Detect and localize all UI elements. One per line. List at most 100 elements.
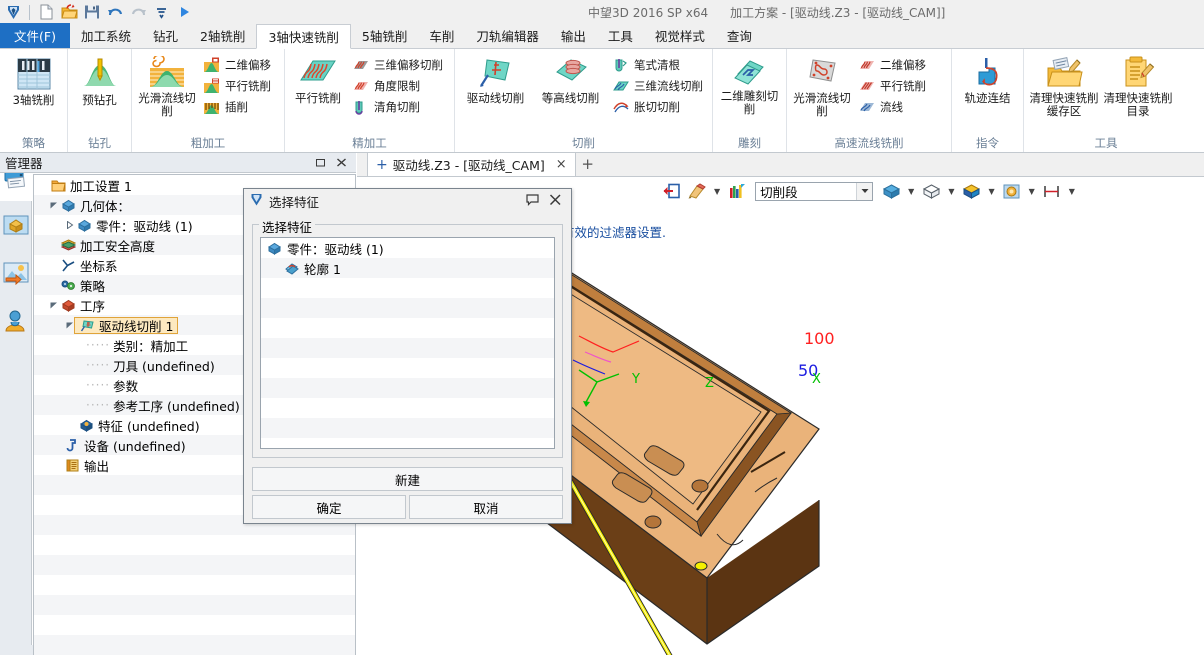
btn-offset-2d[interactable]: 二维偏移	[200, 55, 276, 75]
dimension-label-100: 100	[804, 329, 835, 348]
btn-flowline-3d[interactable]: 三维流线切削	[609, 76, 708, 96]
btn-pencil-cleanup[interactable]: 笔式清根	[609, 55, 708, 75]
tab-drilling[interactable]: 钻孔	[142, 23, 189, 48]
btn-contour-cut[interactable]: 等高线切削	[534, 53, 607, 105]
dialog-new-row: 新建	[252, 467, 563, 491]
btn-engrave-2d[interactable]: 二维雕刻切削	[717, 53, 782, 116]
btn-parallel-finish[interactable]: 平行铣削	[289, 53, 347, 105]
chevron-down-icon[interactable]: ▼	[986, 187, 996, 196]
pencil-cleanup-icon	[612, 58, 629, 73]
tree-label: 参数	[113, 376, 138, 395]
csys-icon	[60, 257, 76, 273]
new-document-tab-button[interactable]: +	[576, 152, 600, 176]
twisty-collapsed[interactable]	[64, 220, 75, 231]
chevron-down-icon[interactable]: ▼	[946, 187, 956, 196]
shaded-view-icon[interactable]	[880, 180, 902, 202]
document-tab[interactable]: + 驱动线.Z3 - [驱动线_CAM] ×	[367, 152, 576, 176]
btn-contour-cut-label: 等高线切削	[542, 92, 600, 105]
btn-clear-folder[interactable]: 清理快速铣削目录	[1102, 53, 1174, 118]
btn-plunge-milling[interactable]: 插削	[200, 97, 276, 117]
expand-cut-icon	[612, 100, 629, 115]
btn-smooth-flowline-rough[interactable]: 光滑流线切削	[136, 53, 198, 118]
link-toolpath-icon	[969, 56, 1007, 90]
btn-offset-2d-label: 二维偏移	[225, 57, 271, 73]
btn-offset-3d-cut-label: 三维偏移切削	[374, 57, 443, 73]
new-file-icon[interactable]	[36, 2, 56, 22]
btn-hs-flowline[interactable]: 流线	[855, 97, 931, 117]
rail-item-user[interactable]	[0, 297, 32, 345]
dialog-body: 选择特征 零件：驱动线 (1) 轮廓 1	[244, 213, 571, 458]
btn-hs-smooth-flowline[interactable]: 光滑流线切削	[791, 53, 853, 118]
btn-clear-cache[interactable]: 清理快速铣削缓存区	[1028, 53, 1100, 118]
btn-corner-clear[interactable]: 清角切削	[349, 97, 448, 117]
btn-offset-3d-cut[interactable]: 三维偏移切削	[349, 55, 448, 75]
btn-3axis-milling[interactable]: 3轴铣削	[4, 53, 63, 107]
select-feature-dialog[interactable]: 选择特征 选择特征 零件：驱动线 (1)	[243, 188, 572, 524]
tab-query[interactable]: 查询	[716, 23, 763, 48]
combo-arrow-icon[interactable]	[856, 183, 872, 200]
tab-machining-sys[interactable]: 加工系统	[70, 23, 142, 48]
tab-toolpath-editor[interactable]: 刀轨编辑器	[465, 23, 550, 48]
predrill-icon	[81, 56, 119, 92]
exit-icon[interactable]	[660, 180, 682, 202]
btn-driveline-cut[interactable]: 驱动线切削	[459, 53, 532, 105]
dialog-help-icon[interactable]	[526, 194, 539, 209]
tree-label: 加工设置 1	[70, 176, 132, 195]
tab-2axis-milling[interactable]: 2轴铣削	[189, 23, 256, 48]
btn-hs-offset-2d[interactable]: 二维偏移	[855, 55, 931, 75]
chevron-down-icon[interactable]: ▼	[1027, 187, 1037, 196]
btn-link-toolpath[interactable]: 轨迹连结	[956, 53, 1019, 105]
dialog-close-icon[interactable]	[549, 194, 562, 209]
tab-turning[interactable]: 车削	[418, 23, 465, 48]
btn-parallel-milling-rough[interactable]: 平行铣削	[200, 76, 276, 96]
manager-restore-button[interactable]	[314, 156, 327, 169]
manager-close-button[interactable]	[335, 156, 348, 169]
eraser-icon[interactable]	[686, 180, 708, 202]
tab-output[interactable]: 输出	[550, 23, 597, 48]
redo-icon[interactable]	[128, 2, 148, 22]
tree-selected-item[interactable]: 驱动线切削 1	[74, 317, 178, 334]
tree-row-empty	[34, 635, 355, 655]
cancel-button[interactable]: 取消	[409, 495, 563, 519]
tab-5axis-milling[interactable]: 5轴铣削	[351, 23, 418, 48]
orient-view-icon[interactable]	[960, 180, 982, 202]
tab-file[interactable]: 文件(F)	[0, 23, 70, 48]
run-icon[interactable]	[174, 2, 194, 22]
feature-listbox[interactable]: 零件：驱动线 (1) 轮廓 1	[260, 237, 555, 449]
chevron-down-icon[interactable]: ▼	[712, 187, 722, 196]
undo-icon[interactable]	[105, 2, 125, 22]
chevron-down-icon[interactable]: ▼	[1067, 187, 1077, 196]
feature-list-item-profile[interactable]: 轮廓 1	[261, 258, 554, 278]
new-feature-button[interactable]: 新建	[252, 467, 563, 491]
chevron-down-icon[interactable]: ▼	[906, 187, 916, 196]
quick-access-toolbar	[0, 0, 194, 24]
btn-expand-cut[interactable]: 胀切切削	[609, 97, 708, 117]
twisty-expanded[interactable]	[48, 200, 59, 211]
btn-angle-limit[interactable]: 角度限制	[349, 76, 448, 96]
color-bars-icon[interactable]	[726, 180, 748, 202]
twisty-expanded[interactable]	[48, 300, 59, 311]
customize-qat-icon[interactable]	[151, 2, 171, 22]
ok-button[interactable]: 确定	[252, 495, 406, 519]
axis-label-y: Y	[632, 372, 640, 387]
rail-item-image-export[interactable]	[0, 249, 32, 297]
feature-list-item-part[interactable]: 零件：驱动线 (1)	[261, 238, 554, 258]
save-file-icon[interactable]	[82, 2, 102, 22]
measure-icon[interactable]	[1041, 180, 1063, 202]
feature-icon	[78, 417, 94, 433]
tab-3axis-fast-mill[interactable]: 3轴快速铣削	[256, 24, 350, 49]
open-file-icon[interactable]	[59, 2, 79, 22]
app-logo-icon[interactable]	[3, 2, 23, 22]
manager-window-buttons	[314, 156, 356, 169]
tree-row-empty	[34, 595, 355, 615]
tab-visual-style[interactable]: 视觉样式	[644, 23, 716, 48]
btn-clear-cache-label: 清理快速铣削缓存区	[1029, 92, 1099, 118]
document-tab-close-icon[interactable]: ×	[556, 157, 567, 172]
display-mode-combo[interactable]: 切削段	[755, 182, 873, 201]
btn-predrill[interactable]: 预钻孔	[72, 53, 127, 107]
visual-style-icon[interactable]	[1001, 180, 1023, 202]
wireframe-view-icon[interactable]	[920, 180, 942, 202]
tab-tools[interactable]: 工具	[597, 23, 644, 48]
btn-hs-parallel[interactable]: 平行铣削	[855, 76, 931, 96]
rail-item-part-manager[interactable]	[0, 201, 32, 249]
